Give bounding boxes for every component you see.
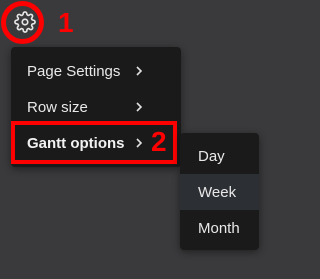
chevron-right-icon (135, 53, 143, 89)
menu-item-page-settings[interactable]: Page Settings (11, 53, 181, 89)
submenu-item-week[interactable]: Week (180, 174, 259, 210)
submenu-item-label: Day (198, 147, 225, 165)
menu-item-label: Row size (27, 98, 88, 116)
submenu-item-label: Month (198, 219, 240, 237)
chevron-right-icon (135, 89, 143, 125)
submenu-item-label: Week (198, 183, 237, 201)
annotation-step-2: 2 (151, 126, 167, 157)
settings-button[interactable] (10, 7, 40, 37)
submenu-item-month[interactable]: Month (180, 210, 259, 246)
menu-item-label: Page Settings (27, 62, 121, 80)
gear-icon (14, 11, 36, 33)
submenu-item-day[interactable]: Day (180, 138, 259, 174)
menu-item-label: Gantt options (27, 134, 125, 152)
menu-item-row-size[interactable]: Row size (11, 89, 181, 125)
chevron-right-icon (135, 125, 143, 161)
gantt-options-submenu: Day Week Month (180, 133, 259, 250)
annotation-step-1: 1 (58, 7, 74, 38)
